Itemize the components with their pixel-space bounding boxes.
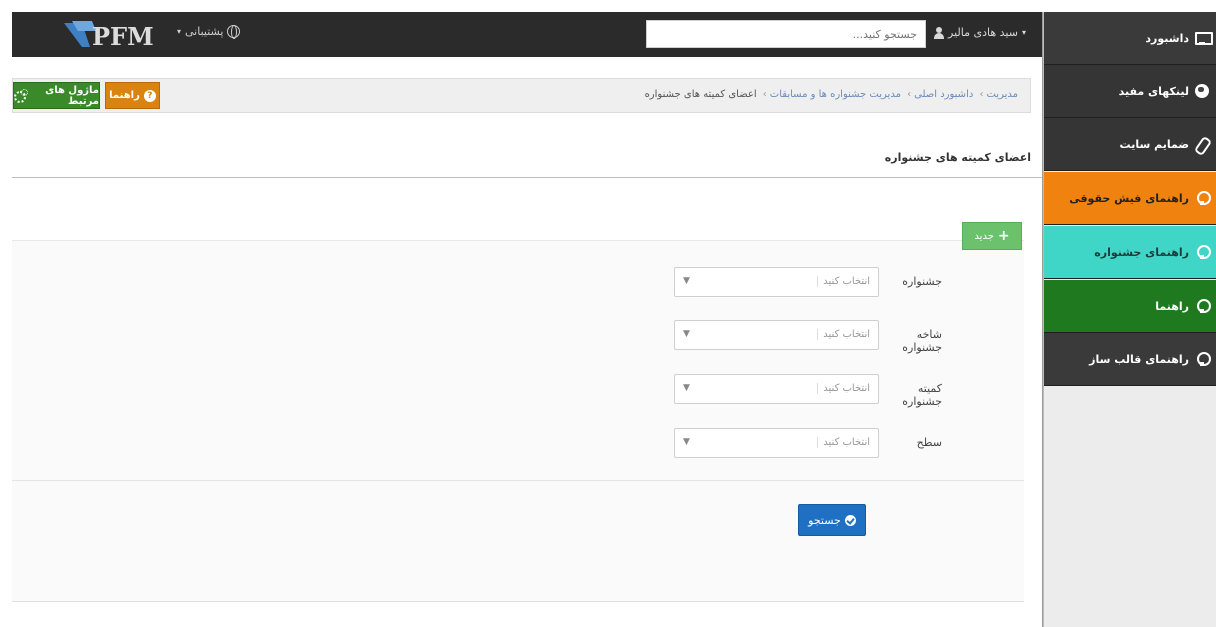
help-button[interactable]: ? راهنما (105, 82, 160, 109)
breadcrumb-current: اعضای کمیته های جشنواره (644, 89, 757, 100)
sidebar-item-dashboard[interactable]: داشبورد (1044, 12, 1216, 65)
chevron-down-icon: ▼ (683, 383, 690, 393)
sidebar-item-label: راهنمای قالب ساز (1089, 352, 1189, 366)
related-modules-label: ماژول های مرتبط (45, 84, 99, 107)
top-header-bar: PFM پشتیبانی ▾ ▾ سید هادی مالیر (12, 12, 1043, 57)
filter-row-festival-committee: انتخاب کنید ▼ کمیته جشنواره (12, 374, 1024, 408)
breadcrumb-bar: ماژول های مرتبط ? راهنما مدیریت› داشبورد… (12, 78, 1031, 113)
festival-committee-select[interactable]: انتخاب کنید ▼ (674, 374, 879, 404)
chevron-down-icon: ▼ (683, 329, 690, 339)
support-label: پشتیبانی (185, 25, 224, 38)
plus-icon: + (997, 228, 1010, 244)
chevron-down-icon: ▾ (177, 27, 182, 36)
sidebar-item-label: راهنمای فیش حقوقی (1069, 191, 1189, 205)
monitor-icon (1195, 31, 1213, 45)
paperclip-icon (1195, 137, 1209, 151)
level-select[interactable]: انتخاب کنید ▼ (674, 428, 879, 458)
sidebar-item-festival-guide[interactable]: راهنمای جشنواره (1044, 226, 1216, 279)
user-name: سید هادی مالیر (948, 26, 1018, 39)
support-link[interactable]: پشتیبانی ▾ (177, 25, 241, 39)
user-icon (934, 26, 944, 39)
sidebar: داشبورد لینکهای مفید ضمایم سایت راهنمای … (1043, 12, 1216, 627)
sidebar-item-label: راهنما (1155, 299, 1189, 313)
sidebar-item-payslip-guide[interactable]: راهنمای فیش حقوقی (1044, 172, 1216, 225)
sidebar-item-label: داشبورد (1145, 31, 1189, 45)
festival-branch-label: شاخه جشنواره (902, 328, 942, 354)
lightbulb-icon (1195, 299, 1211, 313)
chevron-down-icon: ▼ (683, 276, 690, 286)
page-title: اعضای کمیته های جشنواره (884, 151, 1031, 164)
festival-select[interactable]: انتخاب کنید ▼ (674, 267, 879, 297)
filter-row-festival-branch: انتخاب کنید ▼ شاخه جشنواره (12, 320, 1024, 354)
search-button[interactable]: جستجو (798, 504, 866, 536)
festival-committee-label: کمیته جشنواره (902, 382, 942, 408)
user-menu[interactable]: ▾ سید هادی مالیر (934, 26, 1026, 39)
sidebar-item-label: ضمایم سایت (1119, 137, 1189, 151)
logo-text: PFM (92, 22, 154, 51)
new-button[interactable]: + جدید (962, 222, 1022, 250)
chevron-down-icon: ▾ (1021, 28, 1026, 37)
breadcrumb-link[interactable]: مدیریت جشنواره ها و مسابقات (770, 89, 901, 100)
search-label: جستجو (808, 513, 841, 527)
level-label: سطح (916, 436, 942, 449)
sidebar-item-template-guide[interactable]: راهنمای قالب ساز (1044, 333, 1216, 386)
related-modules-button[interactable]: ماژول های مرتبط (13, 82, 100, 109)
sidebar-item-label: راهنمای جشنواره (1094, 245, 1189, 259)
lightbulb-icon (1195, 352, 1211, 366)
filter-panel: انتخاب کنید ▼ جشنواره انتخاب کنید ▼ شاخه… (12, 240, 1024, 602)
breadcrumb-separator: › (762, 89, 767, 100)
search-input[interactable] (646, 20, 926, 48)
festival-branch-select[interactable]: انتخاب کنید ▼ (674, 320, 879, 350)
pfm-logo[interactable]: PFM (62, 17, 162, 52)
title-divider (12, 177, 1042, 178)
filter-row-level: انتخاب کنید ▼ سطح (12, 428, 1024, 460)
globe-icon (1195, 84, 1209, 98)
select-placeholder: انتخاب کنید (817, 437, 870, 448)
sidebar-item-guide[interactable]: راهنما (1044, 280, 1216, 333)
lightbulb-icon (1195, 245, 1211, 259)
sidebar-item-useful-links[interactable]: لینکهای مفید (1044, 65, 1216, 118)
sidebar-item-attachments[interactable]: ضمایم سایت (1044, 118, 1216, 171)
select-placeholder: انتخاب کنید (817, 276, 870, 287)
breadcrumb: مدیریت› داشبورد اصلی› مدیریت جشنواره ها … (645, 89, 1018, 100)
breadcrumb-link[interactable]: داشبورد اصلی (914, 89, 973, 100)
breadcrumb-link[interactable]: مدیریت (986, 89, 1018, 100)
breadcrumb-separator: › (979, 89, 984, 100)
lightbulb-icon (1195, 191, 1211, 205)
gears-icon (14, 89, 29, 103)
help-label: راهنما (109, 90, 140, 101)
sidebar-item-label: لینکهای مفید (1118, 84, 1189, 98)
question-icon: ? (143, 89, 156, 102)
new-label: جدید (974, 230, 994, 242)
chevron-down-icon: ▼ (683, 437, 690, 447)
festival-label: جشنواره (902, 275, 942, 288)
breadcrumb-separator: › (907, 89, 912, 100)
form-divider (12, 480, 1024, 481)
check-circle-icon (844, 514, 856, 526)
filter-row-festival: انتخاب کنید ▼ جشنواره (12, 267, 1024, 299)
globe-icon (227, 25, 241, 39)
select-placeholder: انتخاب کنید (817, 329, 870, 340)
select-placeholder: انتخاب کنید (817, 383, 870, 394)
